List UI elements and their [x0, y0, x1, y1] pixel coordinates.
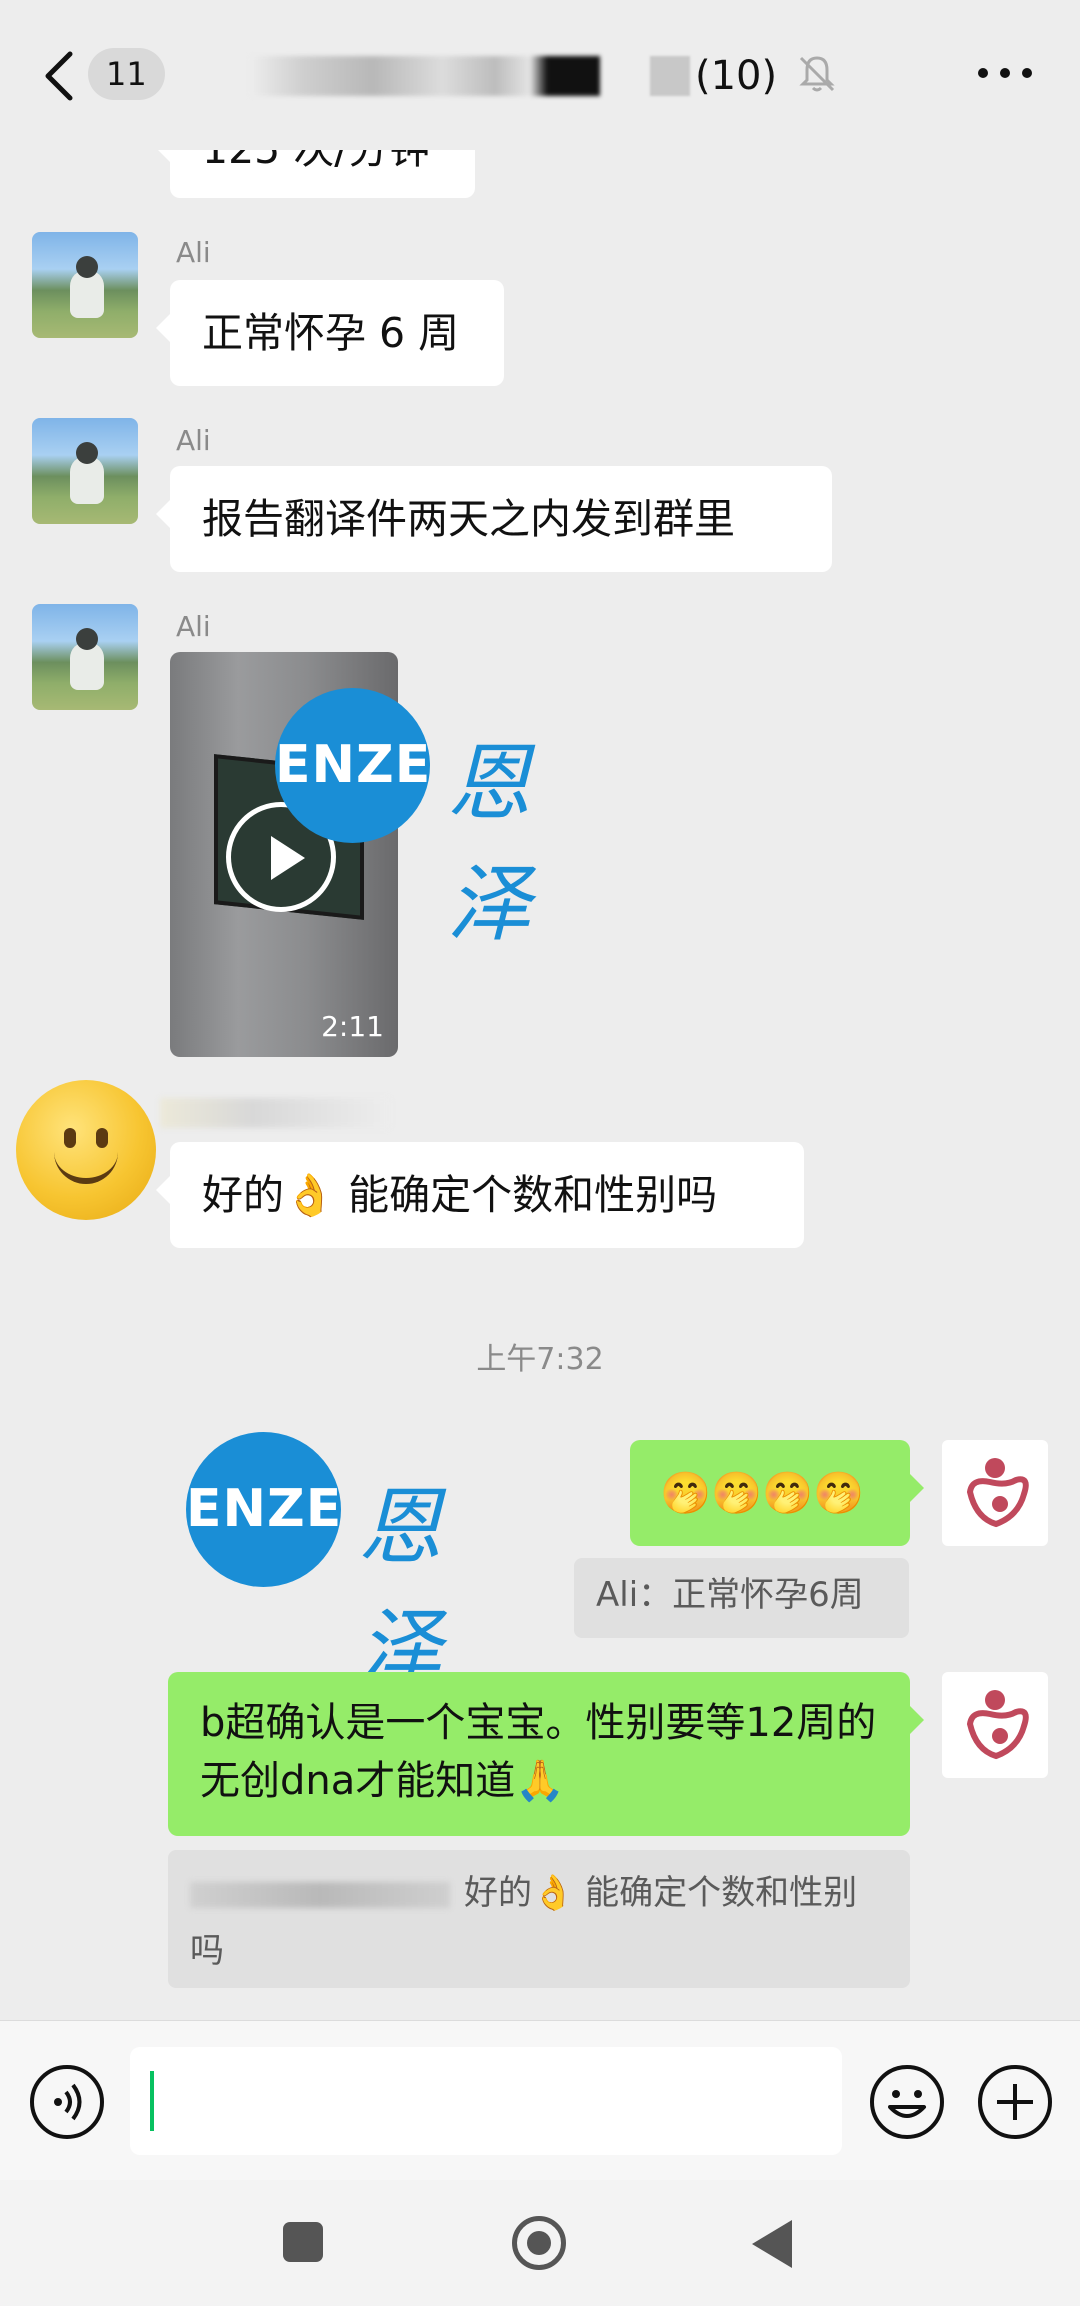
- input-bar: [0, 2020, 1080, 2180]
- mother-baby-logo-icon: [966, 1458, 1029, 1528]
- chevron-left-icon: [45, 51, 73, 101]
- message-bubble[interactable]: 好的👌 能确定个数和性别吗: [156, 1142, 804, 1248]
- watermark-text: 恩泽: [447, 734, 532, 953]
- timestamp: 上午7:32: [476, 1342, 604, 1377]
- ellipsis-icon: [978, 68, 1032, 78]
- member-count: (10): [695, 53, 778, 99]
- message-text: 正常怀孕 6 周: [202, 309, 460, 357]
- mother-baby-logo-icon: [966, 1690, 1029, 1760]
- sender-avatar[interactable]: [32, 604, 138, 710]
- sender-name: Ali: [176, 236, 211, 269]
- smiley-avatar[interactable]: [16, 1080, 156, 1220]
- unread-count-badge[interactable]: 11: [88, 48, 165, 100]
- message-bubble[interactable]: 🤭🤭🤭🤭: [630, 1440, 924, 1546]
- message-bubble[interactable]: b超确认是一个宝宝。性别要等12周的无创dna才能知道🙏: [168, 1672, 924, 1836]
- voice-button[interactable]: [30, 2065, 104, 2139]
- watermark-text: 恩泽: [358, 1478, 443, 1697]
- message-text: b超确认是一个宝宝。性别要等12周的无创dna才能知道🙏: [200, 1700, 877, 1804]
- back-button[interactable]: [40, 46, 80, 106]
- chat-title-redacted: [650, 56, 690, 96]
- more-functions-button[interactable]: [978, 2065, 1052, 2139]
- recent-apps-button[interactable]: [283, 2222, 323, 2262]
- voice-icon: [54, 2083, 82, 2121]
- quoted-sender-redacted: [190, 1881, 450, 1908]
- plus-icon: [997, 2084, 1033, 2120]
- sender-name: Ali: [176, 424, 211, 457]
- quoted-message[interactable]: 好的👌 能确定个数和性别吗: [168, 1850, 910, 1988]
- home-button[interactable]: [512, 2216, 566, 2270]
- chat-title-redacted: [250, 56, 600, 96]
- message-input[interactable]: [130, 2047, 842, 2155]
- emoji-icon: [888, 2090, 926, 2118]
- my-avatar[interactable]: [942, 1440, 1048, 1546]
- message-text: 好的👌 能确定个数和性别吗: [202, 1171, 718, 1219]
- message-text: 🤭🤭🤭🤭: [660, 1469, 865, 1517]
- sender-name-redacted: [160, 1098, 390, 1128]
- message-bubble[interactable]: 报告翻译件两天之内发到群里: [156, 466, 832, 572]
- chat-title[interactable]: (10): [250, 40, 850, 110]
- quoted-text: Ali：正常怀孕6周: [596, 1575, 864, 1615]
- system-back-button[interactable]: [752, 2220, 792, 2268]
- system-nav-bar: [0, 2180, 1080, 2306]
- my-avatar[interactable]: [942, 1672, 1048, 1778]
- sender-avatar[interactable]: [32, 418, 138, 524]
- message-bubble[interactable]: 正常怀孕 6 周: [156, 280, 504, 386]
- bell-muted-icon: [795, 52, 839, 96]
- emoji-button[interactable]: [870, 2065, 944, 2139]
- sender-avatar[interactable]: [32, 232, 138, 338]
- message-list[interactable]: 125 次/分钟 Ali 正常怀孕 6 周 Ali 报告翻译件两天之内发到群里 …: [0, 0, 1080, 2020]
- watermark-badge: ENZE: [275, 688, 430, 843]
- message-text: 报告翻译件两天之内发到群里: [202, 495, 735, 543]
- quoted-message[interactable]: Ali：正常怀孕6周: [574, 1558, 909, 1638]
- chat-header: 11 (10): [0, 0, 1080, 150]
- sender-name: Ali: [176, 610, 211, 643]
- more-options-button[interactable]: [975, 58, 1035, 88]
- text-caret: [150, 2071, 154, 2131]
- watermark-badge: ENZE: [186, 1432, 341, 1587]
- video-duration: 2:11: [321, 1010, 384, 1043]
